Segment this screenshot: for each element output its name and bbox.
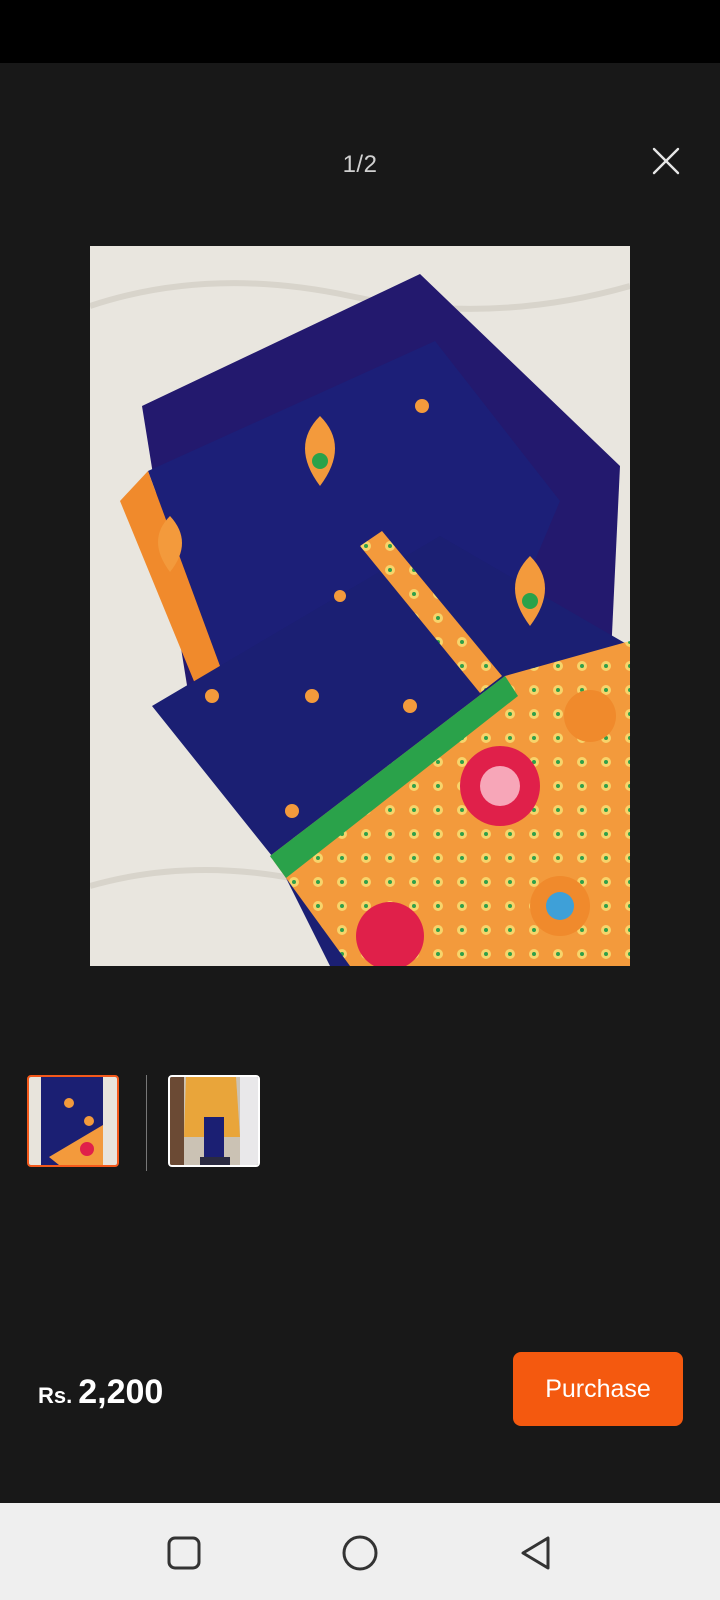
circle-icon [342,1535,378,1571]
product-image[interactable] [90,246,630,966]
square-icon [167,1536,201,1570]
close-button[interactable] [648,143,684,179]
price-amount: 2,200 [78,1373,164,1411]
price: Rs. 2,200 [38,1373,163,1412]
purchase-button[interactable]: Purchase [513,1352,683,1426]
home-button[interactable] [340,1533,380,1573]
thumbnail-1[interactable] [27,1075,119,1167]
thumbnail-image [29,1077,117,1165]
navigation-bar [0,1503,720,1600]
thumbnail-2[interactable] [168,1075,260,1167]
image-counter: 1/2 [342,151,378,178]
thumbnail-divider [146,1075,147,1171]
thumbnail-strip [0,1075,720,1171]
close-icon [652,147,680,175]
recents-button[interactable] [164,1533,204,1573]
back-button[interactable] [516,1533,556,1573]
triangle-back-icon [521,1536,550,1570]
status-bar [0,0,720,63]
thumbnail-image [170,1077,258,1165]
product-photo [90,246,630,966]
image-viewer: 1/2 Rs. 2,200 Purchase [0,63,720,1503]
price-currency: Rs. [38,1383,73,1408]
